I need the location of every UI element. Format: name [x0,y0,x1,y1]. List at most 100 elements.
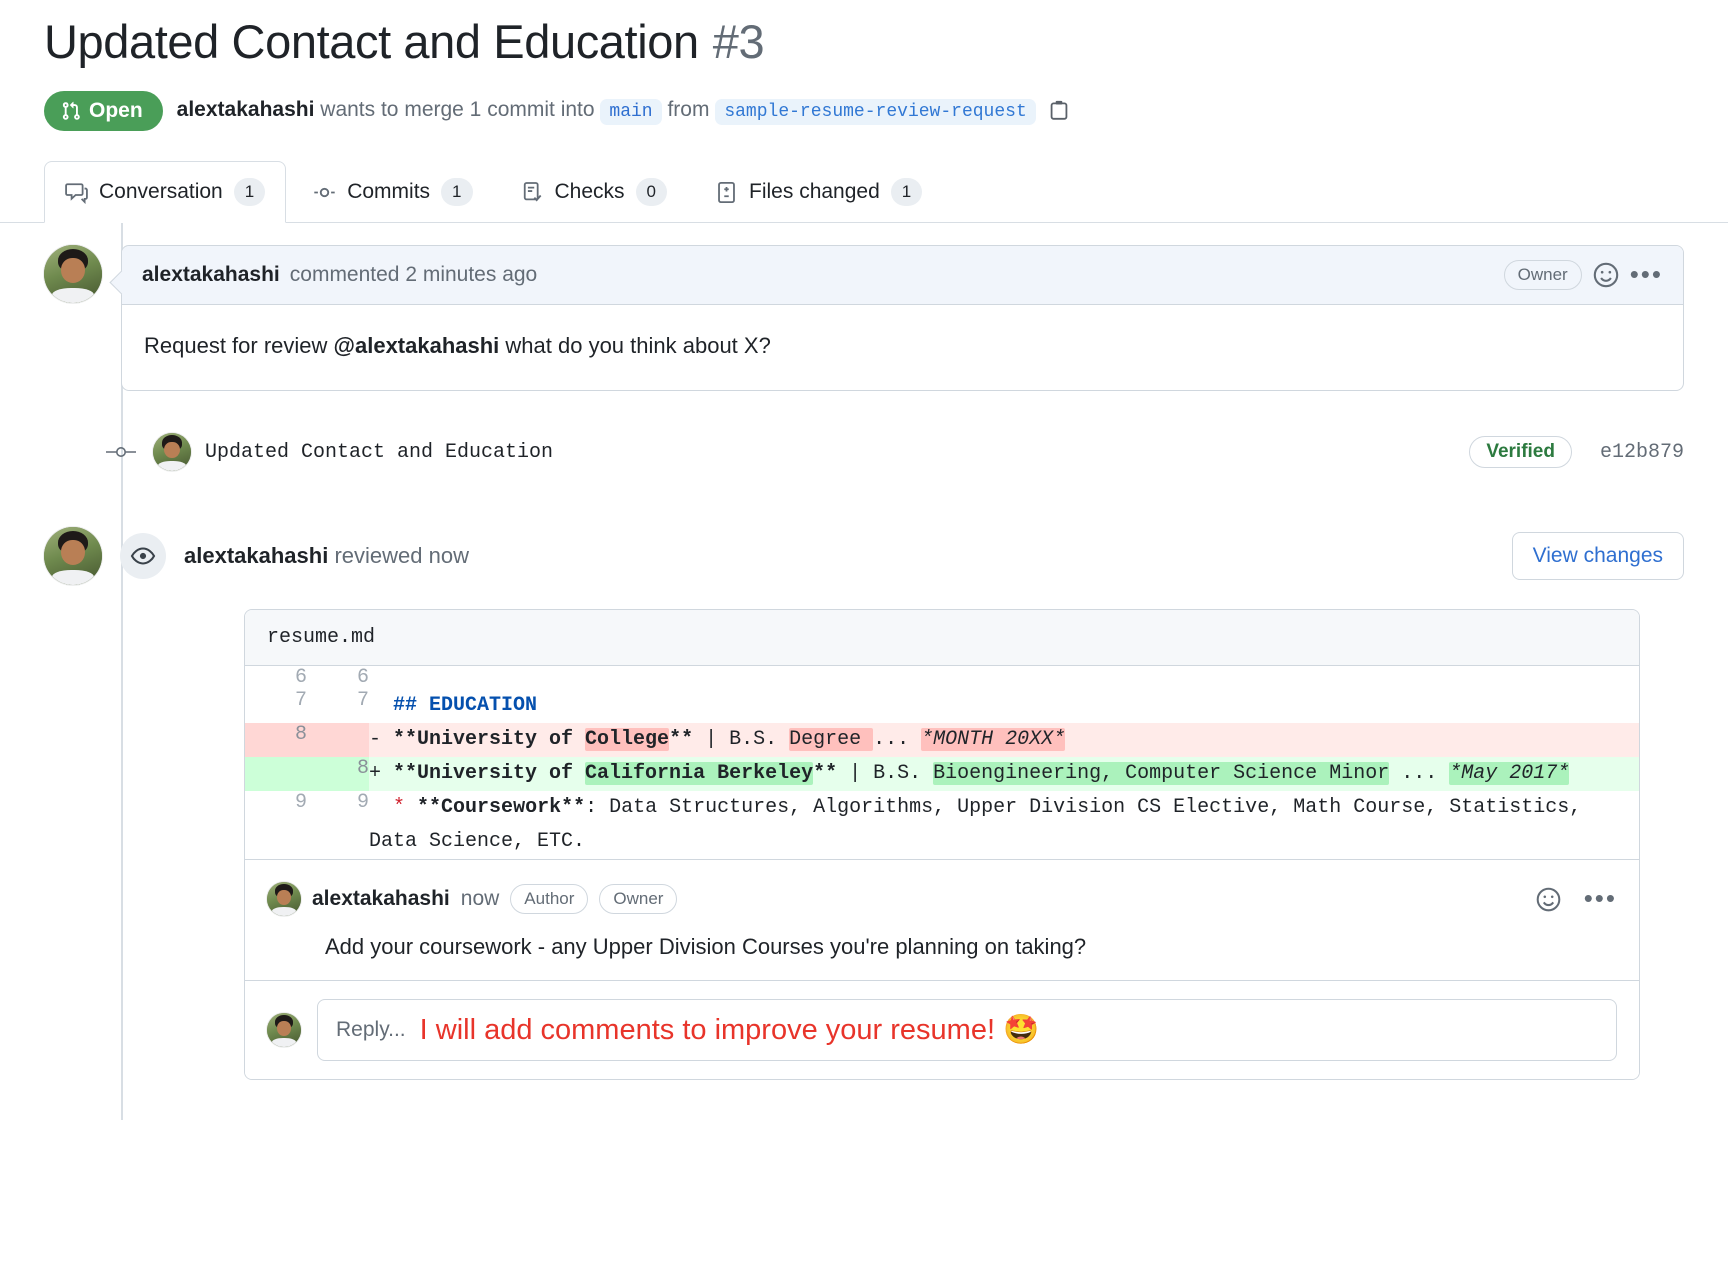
diff-line-number-old: 7 [245,689,307,724]
comment-header: alextakahashi commented 2 minutes ago Ow… [122,246,1683,306]
owner-badge: Owner [1503,260,1582,291]
diff-code-segment: *MONTH 20XX* [921,728,1066,752]
merge-phrase: wants to merge 1 commit into [320,97,595,121]
diff-code-line: * **Coursework**: Data Structures, Algor… [369,791,1639,859]
annotation-text: I will add comments to improve your resu… [420,1013,1040,1047]
diff-code-segment: College [585,728,670,752]
review-summary: alextakahashi reviewed now [184,543,469,569]
reply-input[interactable]: Reply... I will add comments to improve … [317,999,1617,1062]
pr-author-name: alextakahashi [176,97,315,121]
tab-files-changed-label: Files changed [749,180,880,204]
diff-code-segment: ... [1389,762,1450,786]
view-changes-button[interactable]: View changes [1511,532,1684,581]
diff-code-segment: - [369,728,394,752]
diff-code-segment: ** [813,762,838,786]
annotation-label: I will add comments to improve your resu… [419,1014,996,1047]
avatar[interactable] [267,1013,301,1048]
git-commit-node-icon [101,442,141,462]
tab-conversation[interactable]: Conversation 1 [44,161,287,224]
diff-row[interactable]: 99 * **Coursework**: Data Structures, Al… [245,791,1639,860]
diff-line-number-old: 8 [245,723,307,758]
comment-mention[interactable]: @alextakahashi [334,333,500,358]
tab-commits[interactable]: Commits 1 [292,161,493,223]
diff-code-line [369,666,1639,689]
pr-number: #3 [712,15,765,68]
comment-author[interactable]: alextakahashi [142,263,280,287]
comment-body-prefix: Request for review [144,333,334,359]
diff-code-segment: ... [873,728,922,752]
diff-code-segment [405,796,417,819]
inline-review-comment: alextakahashi now Author Owner ••• Add y… [245,859,1639,980]
diff-row[interactable]: 8 + **University of California Berkeley**… [245,757,1639,792]
inline-comment-author[interactable]: alextakahashi [312,887,450,911]
tab-commits-count: 1 [441,178,473,207]
tab-checks[interactable]: Checks 0 [500,161,689,223]
tab-files-changed[interactable]: Files changed 1 [694,161,943,223]
diff-code-segment: **University of [393,728,586,752]
diff-code-line: + **University of California Berkeley** … [369,757,1639,792]
commit-sha[interactable]: e12b879 [1600,441,1684,464]
kebab-horizontal-icon[interactable]: ••• [1630,262,1663,287]
diff-code-segment: + [369,762,394,786]
diff-code-segment [369,796,393,819]
diff-row[interactable]: 77 ## EDUCATION [245,689,1639,724]
diff-code-segment [369,694,393,717]
commit-meta: Updated Contact and Education [153,433,553,472]
comment-box: alextakahashi commented 2 minutes ago Ow… [121,245,1684,392]
diff-code-segment: ## EDUCATION [393,694,538,718]
star-struck-emoji-icon: 🤩 [1003,1014,1040,1047]
commit-message[interactable]: Updated Contact and Education [205,441,553,464]
diff-code-line: ## EDUCATION [369,689,1639,723]
diff-code-segment: * [393,796,406,820]
diff-code-line: - **University of College** | B.S. Degre… [369,723,1639,758]
status-badge-label: Open [89,99,143,123]
avatar[interactable] [153,433,191,472]
inline-comment-actions: ••• [1535,886,1617,913]
pull-request-page: Updated Contact and Education #3 Open al… [0,0,1728,1121]
tab-files-changed-count: 1 [890,178,923,207]
smiley-icon[interactable] [1592,261,1620,289]
diff-code-segment: **Coursework** [417,796,586,820]
status-badge: Open [44,91,163,132]
conversation-comment: alextakahashi commented 2 minutes ago Ow… [44,245,1684,392]
diff-line-number-old: 9 [245,791,307,860]
review-timeline-item: alextakahashi reviewed now View changes [44,527,1684,586]
comment-timestamp: commented 2 minutes ago [289,263,538,287]
inline-comment-header: alextakahashi now Author Owner ••• [267,882,1617,917]
avatar[interactable] [267,882,301,917]
diff-code-segment: ** [669,728,694,752]
diff-code-segment: | B.S. [693,728,790,752]
head-branch-chip[interactable]: sample-resume-review-request [715,98,1036,125]
comment-discussion-icon [65,181,88,204]
diff-code-segment: **University of [393,762,586,786]
reply-placeholder: Reply... [336,1018,406,1042]
pr-title-text: Updated Contact and Education [44,15,699,68]
smiley-icon[interactable] [1535,886,1562,913]
copy-icon[interactable] [1048,99,1070,121]
diff-card: resume.md 6677 ## EDUCATION 8 - **Universi… [244,609,1640,1081]
eye-icon [120,533,166,580]
diff-row[interactable]: 8 - **University of College** | B.S. Degr… [245,723,1639,758]
avatar[interactable] [44,527,102,586]
pr-subhead: Open alextakahashi wants to merge 1 comm… [44,91,1684,132]
kebab-horizontal-icon[interactable]: ••• [1584,886,1617,911]
page-title: Updated Contact and Education #3 [44,14,1684,69]
diff-row[interactable]: 66 [245,666,1639,690]
commit-timeline-item: Updated Contact and Education Verified e… [44,433,1684,472]
diff-filename[interactable]: resume.md [245,610,1639,667]
from-word: from [667,97,710,121]
avatar[interactable] [44,245,102,304]
tab-checks-label: Checks [554,180,625,204]
diff-code-segment: Degree [789,728,874,752]
diff-code-segment: California Berkeley [585,762,814,786]
diff-line-number-new: 9 [307,791,369,860]
comment-body: Request for review @alextakahashi what d… [122,305,1683,390]
timeline: alextakahashi commented 2 minutes ago Ow… [44,223,1684,1121]
tab-checks-count: 0 [635,178,668,207]
base-branch-chip[interactable]: main [600,98,662,125]
checklist-icon [521,181,544,204]
author-badge: Author [510,884,589,915]
review-author[interactable]: alextakahashi [184,543,328,568]
diff-code-segment: | B.S. [837,762,934,786]
diff-table: 6677 ## EDUCATION 8 - **University of Coll… [245,666,1639,860]
